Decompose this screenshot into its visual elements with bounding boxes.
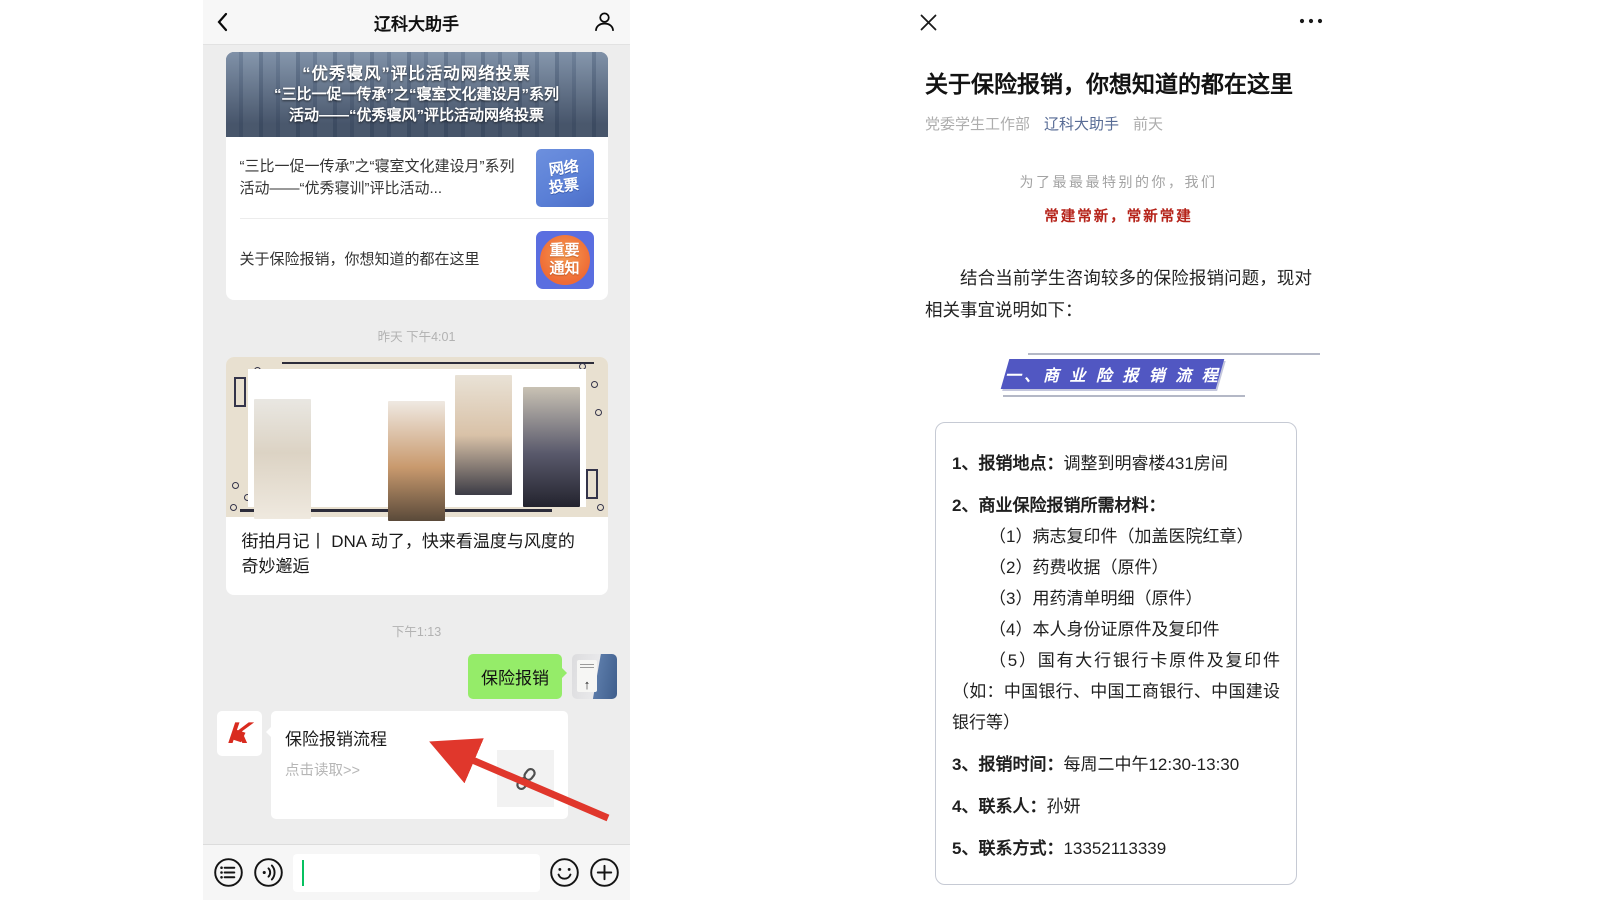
article-item-title: 关于保险报销，你想知道的都在这里 <box>240 249 524 271</box>
section-badge: 一、商 业 险 报 销 流 程 <box>1001 359 1225 389</box>
user-avatar[interactable]: ↑ <box>572 654 617 699</box>
portrait-photo <box>455 375 512 495</box>
avatar-sign-up-arrow: ↑ <box>577 660 597 692</box>
portrait-photo <box>254 399 311 519</box>
red-logo-icon: K <box>227 719 253 749</box>
article-list-item[interactable]: 关于保险报销，你想知道的都在这里 重要 通知 <box>226 219 608 300</box>
link-icon <box>497 750 554 807</box>
info-line: 2、商业保险报销所需材料： <box>952 490 1280 521</box>
chat-header: 辽科大助手 <box>203 0 630 45</box>
banner-subline-2: 活动——“优秀寝风”评比活动网络投票 <box>226 105 608 126</box>
chat-input-bar <box>203 844 630 900</box>
banner-article[interactable]: “优秀寝风”评比活动网络投票 “三比一促一传承”之“寝室文化建设月”系列 活动—… <box>226 52 608 137</box>
section-badge-text: 一、商 业 险 报 销 流 程 <box>1005 362 1221 386</box>
thumb-text: 重要 <box>549 242 579 260</box>
article-item-title: “三比一促一传承”之“寝室文化建设月”系列活动——“优秀寝训”评比活动... <box>240 156 524 200</box>
close-icon[interactable] <box>920 14 937 31</box>
info-line: （1）病志复印件（加盖医院红章） <box>952 521 1280 552</box>
reader-topbar <box>900 0 1340 46</box>
info-line: 4、联系人：孙妍 <box>952 791 1280 822</box>
decorative-line <box>1003 395 1245 397</box>
wechat-chat-screen: 辽科大助手 “优秀寝风”评比活动网络投票 “三比一促一传承”之“寝室文化建设月”… <box>203 0 630 900</box>
timestamp: 昨天 下午4:01 <box>203 326 630 345</box>
banner-headline: “优秀寝风”评比活动网络投票 <box>226 60 608 84</box>
decorative-line <box>1028 353 1320 355</box>
contact-icon[interactable] <box>592 10 617 35</box>
chat-title: 辽科大助手 <box>374 10 459 35</box>
byline-department: 党委学生工作部 <box>925 113 1030 134</box>
sent-bubble: 保险报销 <box>468 654 562 699</box>
photo-collage <box>248 369 586 507</box>
banner-subline-1: “三比一促一传承”之“寝室文化建设月”系列 <box>226 84 608 105</box>
article-message-card: “优秀寝风”评比活动网络投票 “三比一促一传承”之“寝室文化建设月”系列 活动—… <box>226 52 608 300</box>
message-input[interactable] <box>293 854 540 892</box>
photo-article-title: 街拍月记丨 DNA 动了，快来看温度与风度的奇妙邂逅 <box>226 517 608 595</box>
info-line: （2）药费收据（原件） <box>952 552 1280 583</box>
article-list-item[interactable]: “三比一促一传承”之“寝室文化建设月”系列活动——“优秀寝训”评比活动... 网… <box>226 137 608 218</box>
voice-icon[interactable] <box>253 857 284 888</box>
plus-icon[interactable] <box>589 857 620 888</box>
vote-thumbnail: 网络 投票 <box>536 149 594 207</box>
info-line: 1、报销地点：调整到明睿楼431房间 <box>952 448 1280 479</box>
reply-link-card[interactable]: 保险报销流程 点击读取>> <box>271 711 568 819</box>
timestamp: 下午1:13 <box>203 621 630 640</box>
info-line: 5、联系方式：13352113339 <box>952 833 1280 864</box>
official-account-avatar[interactable]: K <box>217 711 262 756</box>
info-line: （4）本人身份证原件及复印件 <box>952 614 1280 645</box>
article-title: 关于保险报销，你想知道的都在这里 <box>925 68 1312 100</box>
section-header: 一、商 业 险 报 销 流 程 <box>925 352 1312 400</box>
reply-message-row: K 保险报销流程 点击读取>> <box>217 711 616 819</box>
photo-article-card[interactable]: 街拍月记丨 DNA 动了，快来看温度与风度的奇妙邂逅 <box>226 357 608 595</box>
menu-icon[interactable] <box>213 857 244 888</box>
emoji-icon[interactable] <box>549 857 580 888</box>
thumb-text: 通知 <box>549 260 579 278</box>
back-icon[interactable] <box>216 12 228 32</box>
notice-thumbnail: 重要 通知 <box>536 231 594 289</box>
reimbursement-info-box: 1、报销地点：调整到明睿楼431房间 2、商业保险报销所需材料： （1）病志复印… <box>935 422 1297 885</box>
info-line: （5）国有大行银行卡原件及复印件（如：中国银行、中国工商银行、中国建设银行等） <box>952 645 1280 738</box>
article-byline: 党委学生工作部 辽科大助手 前天 <box>925 113 1312 134</box>
portrait-photo <box>321 375 378 495</box>
info-line: （3）用药清单明细（原件） <box>952 583 1280 614</box>
more-icon[interactable] <box>1298 17 1324 25</box>
intro-red-line: 常建常新，常新常建 <box>925 205 1312 226</box>
intro-paragraph: 结合当前学生咨询较多的保险报销问题，现对相关事宜说明如下： <box>925 262 1312 326</box>
reply-card-title: 保险报销流程 <box>285 725 554 750</box>
thumb-text: 投票 <box>548 175 580 197</box>
article-reader-screen: 关于保险报销，你想知道的都在这里 党委学生工作部 辽科大助手 前天 为了最最最特… <box>900 0 1340 900</box>
byline-time: 前天 <box>1133 113 1163 134</box>
portrait-photo <box>523 387 580 507</box>
sent-message-row: 保险报销 ↑ <box>216 654 617 699</box>
intro-gray-line: 为了最最最特别的你，我们 <box>925 172 1312 192</box>
info-line: 3、报销时间：每周二中午12:30-13:30 <box>952 749 1280 780</box>
byline-account-link[interactable]: 辽科大助手 <box>1044 113 1119 134</box>
film-strip-collage <box>226 357 608 517</box>
article-body: 关于保险报销，你想知道的都在这里 党委学生工作部 辽科大助手 前天 为了最最最特… <box>900 68 1340 885</box>
portrait-photo <box>388 401 445 521</box>
